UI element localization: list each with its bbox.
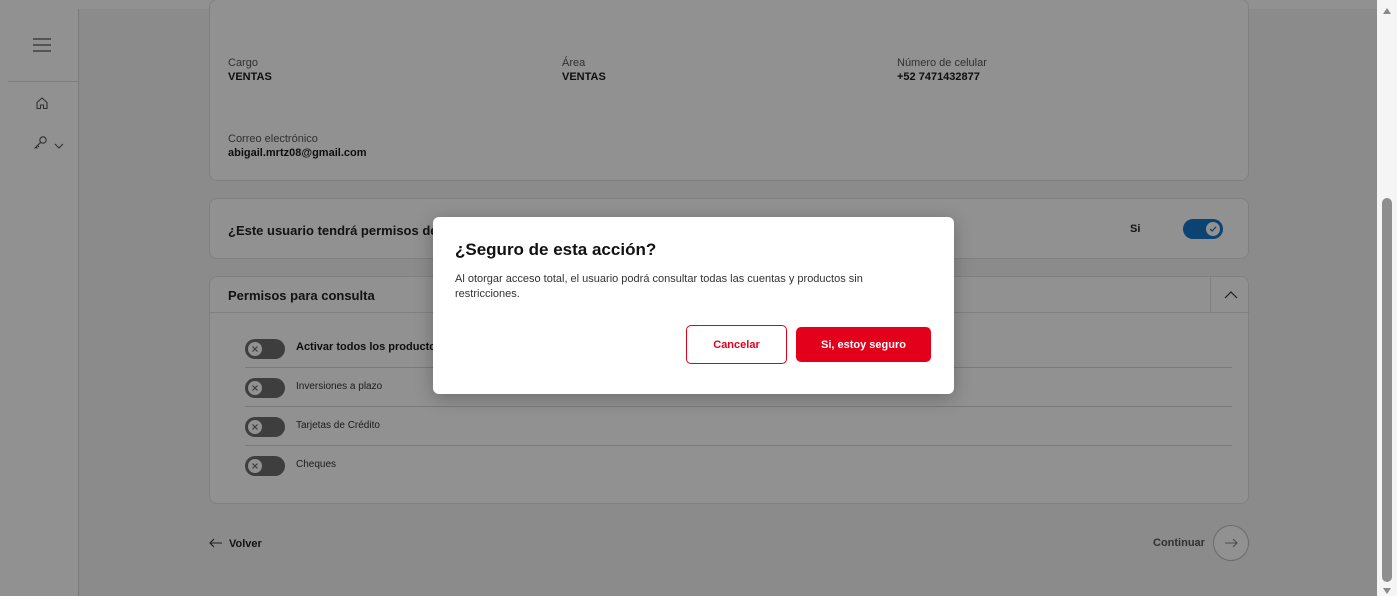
page-scrollbar[interactable] [1377,0,1397,596]
confirm-dialog: ¿Seguro de esta acción? Al otorgar acces… [433,217,954,394]
scroll-down-arrow-icon[interactable] [1383,588,1391,594]
scroll-up-arrow-icon[interactable] [1383,8,1391,14]
app-root: Cargo VENTAS Área VENTAS Número de celul… [0,0,1397,596]
cancel-button[interactable]: Cancelar [686,325,787,364]
confirm-button[interactable]: Si, estoy seguro [796,327,931,362]
dialog-body: Al otorgar acceso total, el usuario podr… [455,273,863,300]
dialog-title: ¿Seguro de esta acción? [455,240,657,259]
scrollbar-thumb[interactable] [1382,198,1392,582]
